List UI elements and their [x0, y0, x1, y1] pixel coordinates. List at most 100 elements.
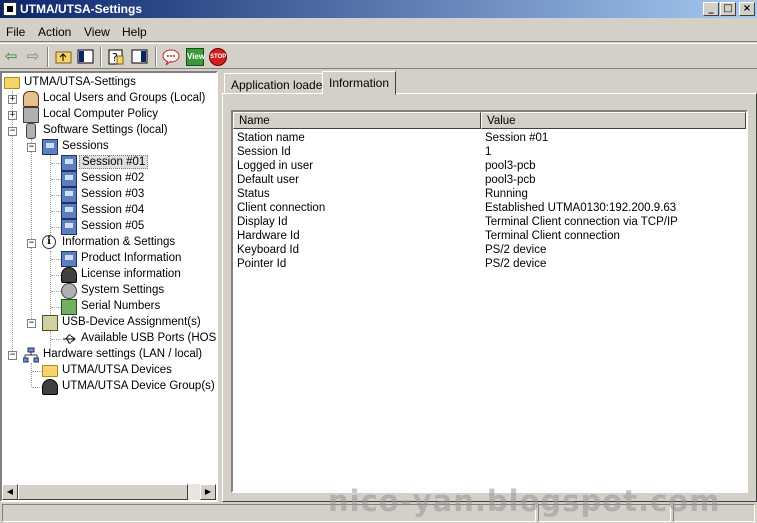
collapse-toggle[interactable]: −: [27, 143, 36, 152]
table-row[interactable]: Session Id 1: [233, 146, 746, 160]
column-header-name[interactable]: Name: [233, 112, 481, 129]
tree-node-label: Product Information: [81, 252, 182, 264]
table-row[interactable]: Logged in user pool3-pcb: [233, 160, 746, 174]
tree-node-label: Session #05: [81, 220, 145, 232]
toolbar-separator: [100, 47, 102, 67]
column-header-value[interactable]: Value: [481, 112, 746, 129]
folder-icon: [4, 77, 20, 89]
expand-toggle[interactable]: +: [8, 95, 17, 104]
database-icon: [26, 123, 36, 139]
tree-node-label: Local Computer Policy: [43, 108, 159, 120]
row-name-cell: Logged in user: [237, 160, 314, 172]
menu-help[interactable]: Help: [122, 25, 147, 39]
folder-icon: [42, 365, 58, 377]
row-value-cell: PS/2 device: [485, 258, 547, 270]
info-icon: i: [42, 235, 56, 249]
collapse-toggle[interactable]: −: [8, 351, 17, 360]
show-hide-tree-icon[interactable]: [77, 48, 95, 66]
tree-connector: [51, 259, 61, 260]
tree-node-label: Session #03: [81, 188, 145, 200]
product-info-icon: [61, 251, 77, 267]
maximize-button[interactable]: □: [720, 2, 736, 16]
monitor-icon: [61, 203, 77, 219]
tree-node-label: System Settings: [81, 284, 165, 296]
tab-panel: Name Value Station name Session #01 Sessio…: [222, 93, 757, 502]
monitor-icon: [61, 219, 77, 235]
app-icon: [3, 2, 17, 16]
close-button[interactable]: ×: [739, 2, 755, 16]
back-icon[interactable]: ⇦: [2, 48, 20, 66]
scroll-thumb[interactable]: [18, 484, 188, 500]
table-row[interactable]: Default user pool3-pcb: [233, 174, 746, 188]
expand-toggle[interactable]: +: [8, 111, 17, 120]
policy-icon: [23, 107, 39, 123]
row-value-cell: pool3-pcb: [485, 174, 536, 186]
tree-connector: [51, 163, 61, 164]
tree-connector: [32, 371, 42, 372]
row-name-cell: Keyboard Id: [237, 244, 300, 256]
row-name-cell: Session Id: [237, 146, 291, 158]
tree-node-label: Software Settings (local): [43, 124, 168, 136]
collapse-toggle[interactable]: −: [27, 239, 36, 248]
up-folder-icon[interactable]: [55, 48, 73, 66]
stop-icon[interactable]: STOP: [209, 48, 227, 66]
tree-connector: [31, 363, 32, 387]
row-value-cell: Running: [485, 188, 528, 200]
view-icon[interactable]: View: [186, 48, 205, 66]
collapse-toggle[interactable]: −: [27, 319, 36, 328]
tree-connector: [51, 275, 61, 276]
row-name-cell: Station name: [237, 132, 305, 144]
tree-node-label: Session #04: [81, 204, 145, 216]
table-row[interactable]: Client connection Established UTMA0130:19…: [233, 202, 746, 216]
tree-connector: [51, 291, 61, 292]
row-name-cell: Status: [237, 188, 270, 200]
sessions-icon: [42, 139, 58, 155]
table-row[interactable]: Station name Session #01: [233, 132, 746, 146]
tree-connector: [51, 179, 61, 180]
row-value-cell: Terminal Client connection: [485, 230, 620, 242]
scroll-right-button[interactable]: ▶: [200, 484, 216, 500]
tree-connector: [31, 139, 32, 323]
menu-bar: File Action View Help: [0, 20, 757, 42]
row-value-cell: 1: [485, 146, 492, 158]
network-icon: [22, 347, 40, 363]
monitor-icon: [61, 155, 77, 171]
tree-node-label: USB-Device Assignment(s): [62, 316, 201, 328]
usb-device-icon: [42, 315, 58, 331]
menu-action[interactable]: Action: [38, 25, 71, 39]
information-list[interactable]: Name Value Station name Session #01 Sessio…: [231, 110, 748, 493]
tab-information[interactable]: Information: [322, 71, 397, 95]
table-row[interactable]: Keyboard Id PS/2 device: [233, 244, 746, 258]
table-row[interactable]: Status Running: [233, 188, 746, 202]
table-row[interactable]: Display Id Terminal Client connection via…: [233, 216, 746, 230]
tree-node-label: Available USB Ports (HOST-F: [81, 332, 216, 344]
horizontal-scrollbar[interactable]: ◀ ▶: [2, 484, 216, 500]
message-icon[interactable]: [162, 48, 180, 66]
row-value-cell: pool3-pcb: [485, 160, 536, 172]
tree-pane[interactable]: UTMA/UTSA-Settings + Local Users and Gro…: [0, 71, 218, 502]
tab-application-loaded[interactable]: Application loaded: [224, 73, 337, 95]
tree-node-label: License information: [81, 268, 181, 280]
table-row[interactable]: Hardware Id Terminal Client connection: [233, 230, 746, 244]
forward-icon[interactable]: ⇨: [24, 48, 42, 66]
scroll-left-button[interactable]: ◀: [2, 484, 18, 500]
properties-icon[interactable]: [131, 48, 149, 66]
usb-port-icon: [61, 331, 77, 347]
minimize-button[interactable]: _: [703, 2, 719, 16]
users-groups-icon: [23, 91, 39, 107]
navigation-tree: UTMA/UTSA-Settings + Local Users and Gro…: [2, 73, 216, 484]
row-name-cell: Display Id: [237, 216, 288, 228]
table-row[interactable]: Pointer Id PS/2 device: [233, 258, 746, 272]
menu-view[interactable]: View: [84, 25, 110, 39]
tree-node-label: Serial Numbers: [81, 300, 161, 312]
collapse-toggle[interactable]: −: [8, 127, 17, 136]
toolbar: ⇦ ⇨ ? View STOP: [0, 43, 757, 69]
help-icon[interactable]: ?: [107, 48, 125, 66]
tree-connector: [51, 195, 61, 196]
watermark-text: nico-yan.blogspot.com: [328, 484, 721, 518]
menu-file[interactable]: File: [6, 25, 25, 39]
row-value-cell: PS/2 device: [485, 244, 547, 256]
row-value-cell: Terminal Client connection via TCP/IP: [485, 216, 678, 228]
tree-connector: [50, 251, 51, 315]
device-group-icon: [42, 379, 58, 395]
